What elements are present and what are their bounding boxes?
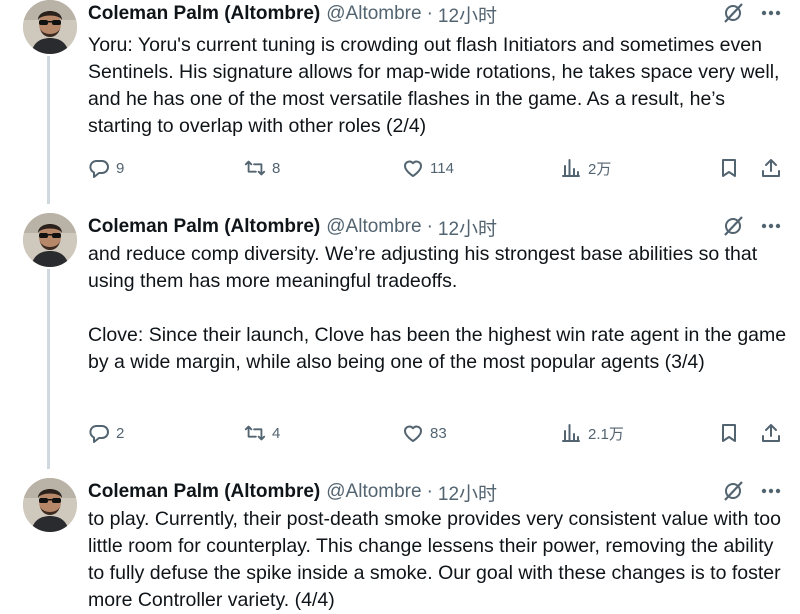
tweet-paragraph: to play. Currently, their post-death smo… [88,508,781,611]
repost-button[interactable]: 8 [244,154,280,182]
reply-count: 9 [116,159,125,177]
view-count: 2万 [588,160,612,178]
tweet-text: to play. Currently, their post-death smo… [88,506,788,614]
share-upload-icon [762,159,780,177]
separator: · [426,3,433,24]
avatar[interactable] [23,0,77,54]
repost-count: 4 [272,424,281,442]
views-bars-icon [562,159,580,177]
grok-slash-icon[interactable] [722,480,744,502]
bookmark-icon [722,424,736,442]
tweet[interactable]: Coleman Palm (Altombre) @Altombre · 12小时… [0,213,800,469]
reply-bubble-icon [89,425,109,443]
views-button[interactable]: 2.1万 [560,419,624,447]
repost-arrows-icon [244,425,266,441]
like-button[interactable]: 114 [402,154,454,182]
tweet-paragraph: and reduce comp diversity. We’re adjusti… [88,243,758,292]
heart-icon [404,160,422,177]
action-bar: 9 8 114 2万 [88,154,788,182]
grok-slash-icon[interactable] [722,2,744,24]
author-name[interactable]: Coleman Palm (Altombre) [88,3,320,25]
bookmark-button[interactable] [718,419,740,447]
author-handle[interactable]: @Altombre [326,481,421,503]
share-upload-icon [762,424,780,442]
reply-bubble-icon [89,160,109,178]
grok-slash-icon[interactable] [722,215,744,237]
like-count: 114 [430,159,454,177]
tweet-header: Coleman Palm (Altombre) @Altombre · 12小时 [88,1,497,28]
reply-button[interactable]: 2 [88,419,124,447]
avatar[interactable] [23,213,77,267]
reply-button[interactable]: 9 [88,154,124,182]
author-name[interactable]: Coleman Palm (Altombre) [88,216,320,238]
tweet-paragraph: Clove: Since their launch, Clove has bee… [88,324,787,373]
tweet-text: and reduce comp diversity. We’re adjusti… [88,241,788,376]
avatar[interactable] [23,478,77,532]
repost-arrows-icon [244,160,266,176]
share-button[interactable] [760,419,782,447]
thread-line [47,269,50,469]
timestamp[interactable]: 12小时 [438,214,497,241]
tweet-text: Yoru: Yoru's current tuning is crowding … [88,32,788,140]
more-dots-icon[interactable] [757,480,785,502]
like-button[interactable]: 83 [402,419,447,447]
thread-line [47,56,50,204]
timestamp[interactable]: 12小时 [438,1,497,28]
author-handle[interactable]: @Altombre [326,216,421,238]
tweet[interactable]: Coleman Palm (Altombre) @Altombre · 12小时… [0,0,800,204]
views-button[interactable]: 2万 [560,154,611,182]
heart-icon [404,425,422,442]
repost-count: 8 [272,159,281,177]
more-dots-icon[interactable] [757,215,785,237]
tweet[interactable]: Coleman Palm (Altombre) @Altombre · 12小时… [0,478,800,611]
tweet-header: Coleman Palm (Altombre) @Altombre · 12小时 [88,479,497,506]
tweet-paragraph: Yoru: Yoru's current tuning is crowding … [88,34,780,137]
bookmark-button[interactable] [718,154,740,182]
tweet-header: Coleman Palm (Altombre) @Altombre · 12小时 [88,214,497,241]
more-dots-icon[interactable] [757,2,785,24]
like-count: 83 [430,424,447,442]
separator: · [426,216,433,237]
author-name[interactable]: Coleman Palm (Altombre) [88,481,320,503]
views-bars-icon [562,424,580,442]
view-count: 2.1万 [588,425,624,443]
share-button[interactable] [760,154,782,182]
bookmark-icon [722,159,736,177]
separator: · [426,481,433,502]
reply-count: 2 [116,424,125,442]
repost-button[interactable]: 4 [244,419,280,447]
timestamp[interactable]: 12小时 [438,479,497,506]
action-bar: 2 4 83 2.1万 [88,419,788,447]
author-handle[interactable]: @Altombre [326,3,421,25]
